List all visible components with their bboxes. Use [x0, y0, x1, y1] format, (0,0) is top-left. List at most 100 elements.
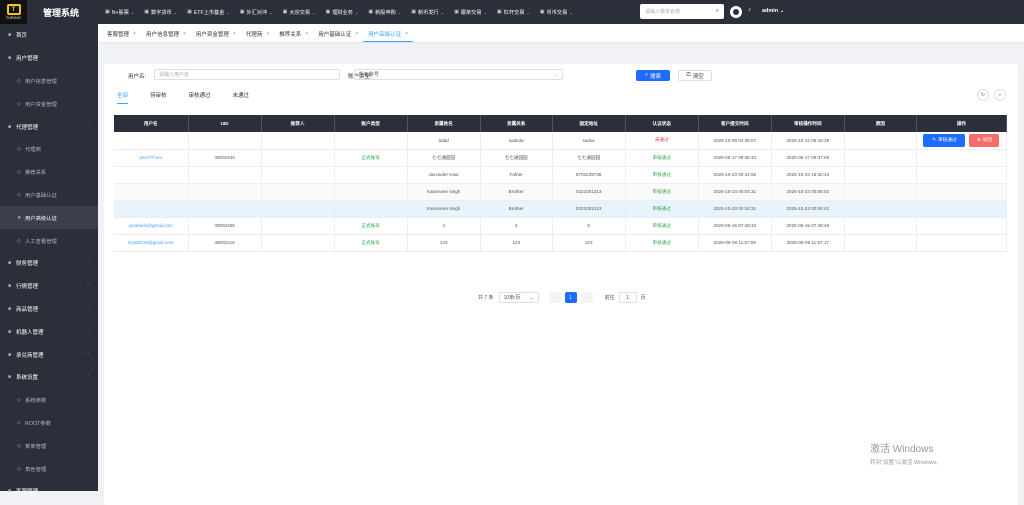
clear-button[interactable]: ⎚ 清空 — [678, 70, 712, 81]
close-icon[interactable]: × — [183, 31, 186, 37]
sidebar-item[interactable]: ◇ 用户信息管理 — [0, 70, 98, 93]
status-tab[interactable]: 待审核 — [150, 91, 167, 104]
table-row[interactable]: Karanveer singh Brother 0221001313 审核通过 2025… — [114, 200, 1008, 218]
sidebar: ■ 首页 ■ 用户管理 ⌃ ◇ 用户信息管理 ◇ 用户资金管理 ■ 代理管理 ⌃ ◇ 代理商 ◇ 推荐关系 ◇ 用… — [0, 24, 98, 495]
goto-page-input[interactable]: 1 — [618, 292, 637, 303]
sidebar-item[interactable]: ■ 客服管理 — [0, 480, 98, 503]
table-cell: 0221001313 — [552, 183, 626, 201]
topnav-item[interactable]: ▣ 大宗交易 ⌄ — [283, 9, 316, 16]
page-tab-label: 用户基础认证 — [318, 32, 352, 38]
menu-search-input[interactable]: 请输入菜单名称 ⌕ — [640, 4, 724, 19]
topnav-item[interactable]: ▣ 杠杆交易 ⌄ — [497, 9, 530, 16]
status-tab[interactable]: 审核通过 — [189, 91, 211, 104]
close-icon[interactable]: × — [133, 31, 136, 37]
close-icon[interactable]: × — [233, 31, 236, 37]
status-tab[interactable]: 未通过 — [233, 91, 250, 104]
topnav-item[interactable]: ▣ 新币发行 ⌄ — [411, 9, 444, 16]
reject-button-label: 驳回 — [982, 137, 992, 143]
table-cell: 2025-06-09 11:57:17 — [771, 234, 845, 252]
table-row[interactable]: Ilya92019@gmail.com 40002216 正式账号 123 123 123… — [114, 234, 1008, 252]
page-tab[interactable]: 用户信息管理 × — [141, 26, 191, 42]
chevron-down-icon: ⌄ — [269, 9, 273, 15]
sidebar-item[interactable]: ◇ 菜单管理 — [0, 434, 98, 457]
page-number[interactable]: 1 — [564, 292, 577, 303]
page-tab[interactable]: 客服管理 × — [102, 26, 141, 42]
table-cell[interactable]: juzabedo@gmail.com — [114, 217, 189, 235]
chevron-down-icon: ⌄ — [226, 9, 230, 15]
menu-icon: ◇ — [17, 442, 21, 449]
bell-icon[interactable]: ♪ — [748, 7, 754, 15]
page-tab[interactable]: 用户资金管理 × — [191, 26, 241, 42]
sidebar-item[interactable]: ★ 用户高级认证 — [0, 206, 98, 230]
table-row[interactable]: yem77com 40002440 正式账号 七七通园园 七七通园园 七七通园园 审核通过 2… — [114, 149, 1008, 167]
certification-table: 用户名 UID 推荐人 账户类型 亲属姓名 亲属关系 固定地址 认证状态 客户提交时间 审核操作时… — [114, 115, 1008, 252]
account-type-select[interactable]: 所有账号 ⌄ — [354, 69, 563, 80]
topnav-item[interactable]: ▣ 理财业务 ⌄ — [325, 9, 358, 16]
sidebar-item[interactable]: ■ 用户管理 ⌃ — [0, 47, 98, 70]
reject-button[interactable]: ⊗ 驳回 — [969, 133, 1000, 147]
user-menu[interactable]: admin ⌄ — [762, 8, 784, 14]
topnav-item[interactable]: ▣ 外汇对冲 ⌄ — [240, 9, 273, 16]
sidebar-item[interactable]: ◇ ROOT参数 — [0, 412, 98, 435]
table-cell — [188, 183, 262, 201]
sidebar-item[interactable]: ■ 行情管理 ⌃ — [0, 275, 98, 298]
table-row[interactable]: ádád sadsda sadas 未通过 2025-10-09 04:35:07 202… — [114, 132, 1008, 150]
table-row[interactable]: juzabedo@gmail.com 40002265 正式账号 4 3 6 审核通过 202… — [114, 217, 1008, 235]
logo-mark-icon: T — [6, 4, 21, 15]
username-input[interactable]: 请输入用户名 — [154, 69, 340, 80]
sidebar-item-label: 用户管理 — [16, 56, 39, 63]
topnav-item[interactable]: ▣ 新股申购 ⌄ — [368, 9, 401, 16]
approve-button[interactable]: ✎ 审核通过 — [923, 133, 966, 147]
page-tab[interactable]: 用户基础认证 × — [313, 26, 363, 42]
table-row[interactable]: Jasvinder Kaur Father 8700239735 审核通过 2025-1… — [114, 166, 1008, 184]
sidebar-item[interactable]: ■ 商品管理 ⌃ — [0, 298, 98, 321]
sidebar-item[interactable]: ◇ 角色管理 — [0, 457, 98, 480]
page-tab[interactable]: 用户高级认证 × — [363, 26, 414, 42]
topnav-item[interactable]: ▣ N+股票 ⌄ — [105, 9, 134, 16]
status-tab[interactable]: 全部 — [117, 91, 129, 104]
table-cell[interactable]: yem77com — [114, 149, 189, 167]
table-cell: 2025-10-09 04:35:07 — [698, 132, 772, 150]
grid-icon: ▣ — [105, 9, 110, 15]
coin-icon: ▣ — [144, 9, 149, 15]
sidebar-item[interactable]: ■ 承兑商管理 ⌃ — [0, 343, 98, 366]
search-button[interactable]: ⌕ 搜索 — [636, 70, 670, 81]
brand-logo[interactable]: T TURING — [0, 0, 27, 24]
sidebar-item[interactable]: ◇ 用户资金管理 — [0, 92, 98, 115]
top-bar: T TURING 管理系统 ▣ N+股票 ⌄ ▣ 数字货币 ⌄ ▣ ETF上市基金 ⌄ ▣ 外汇对冲… — [0, 0, 1024, 24]
topnav-item[interactable]: ▣ 币币交易 ⌄ — [540, 9, 573, 16]
table-row[interactable]: Karanveer singh Brother 0221001313 审核通过 2025… — [114, 183, 1008, 201]
sidebar-item[interactable]: ◇ 用户基础认证 — [0, 184, 98, 207]
sidebar-item[interactable]: ◇ 系统参数 — [0, 389, 98, 412]
sidebar-item[interactable]: ■ 财务管理 ⌃ — [0, 252, 98, 275]
close-icon[interactable]: × — [405, 31, 408, 37]
system-title: 管理系统 — [43, 7, 80, 18]
search-toggle-icon[interactable]: ⌕ — [994, 89, 1006, 101]
close-icon[interactable]: × — [355, 31, 358, 37]
table-cell[interactable]: Ilya92019@gmail.com — [114, 234, 189, 252]
page-tab[interactable]: 推荐关系 × — [274, 26, 313, 42]
close-icon[interactable]: × — [305, 31, 308, 37]
page-tab[interactable]: 代理商 × — [241, 26, 274, 42]
search-icon[interactable]: ⌕ — [716, 8, 719, 15]
refresh-icon[interactable]: ↻ — [977, 89, 989, 101]
topnav-item[interactable]: ▣ 跟单交易 ⌄ — [454, 9, 487, 16]
sidebar-item[interactable]: ◇ 推荐关系 — [0, 161, 98, 184]
table-cell: 2025-10-12 08:18:35 — [771, 132, 845, 150]
prev-page-button[interactable]: ‹ — [548, 292, 561, 303]
topnav-item[interactable]: ▣ 数字货币 ⌄ — [144, 9, 177, 16]
topnav-item[interactable]: ▣ ETF上市基金 ⌄ — [187, 9, 230, 16]
column-header: 客户提交时间 — [698, 115, 772, 132]
sidebar-item[interactable]: ◇ 代理商 — [0, 138, 98, 161]
sidebar-item[interactable]: ■ 首页 — [0, 24, 98, 47]
sidebar-item[interactable]: ■ 机器人管理 ⌃ — [0, 320, 98, 343]
next-page-button[interactable]: › — [580, 292, 593, 303]
avatar[interactable] — [730, 6, 742, 18]
sidebar-item[interactable]: ◇ 人工查看管理 — [0, 229, 98, 252]
sidebar-item[interactable]: ■ 系统设置 ⌃ — [0, 366, 98, 389]
table-cell — [261, 132, 335, 150]
page-size-select[interactable]: 10条/页 ⌄ — [498, 292, 539, 303]
sidebar-item[interactable]: ■ 代理管理 ⌃ — [0, 115, 98, 138]
menu-icon: ◇ — [17, 100, 21, 107]
close-icon[interactable]: × — [266, 31, 269, 37]
